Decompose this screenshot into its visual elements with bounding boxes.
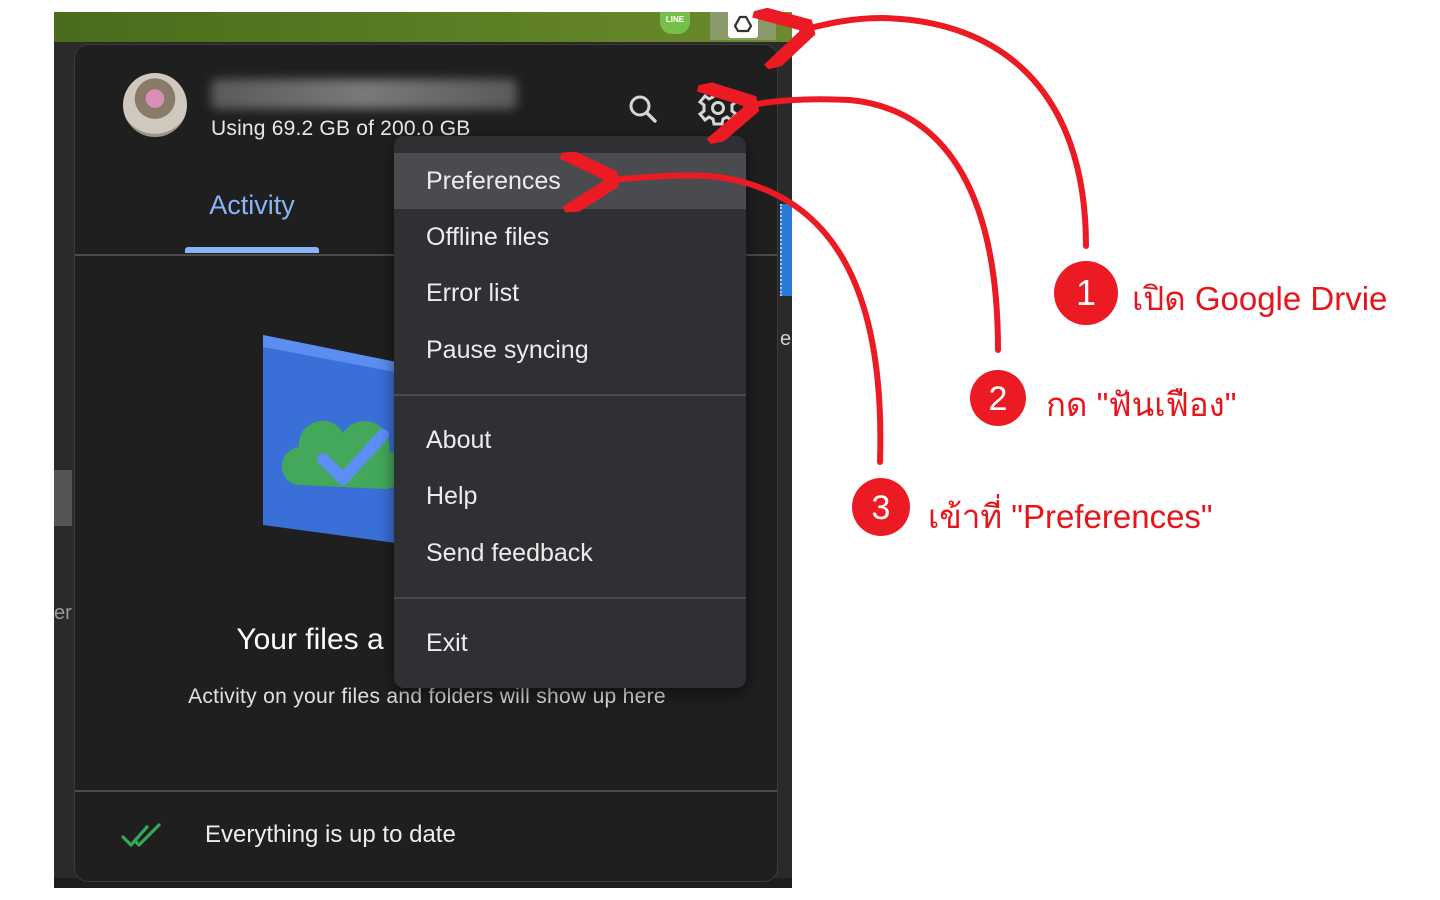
annotation-number-3: 3 (872, 489, 891, 527)
annotation-arrow-3 (606, 175, 884, 465)
annotation-text-2: กด "ฟันเฟือง" (1046, 386, 1237, 423)
screenshot-stage: LINE e er Using 69.2 GB of 200.0 GB Acti… (0, 0, 1440, 900)
annotation-arrow-2 (746, 99, 1001, 353)
annotation-text-1: เปิด Google Drvie (1132, 280, 1388, 317)
annotation-overlay: 1 2 3 (0, 0, 1118, 536)
annotation-arrow-1 (802, 18, 1089, 249)
annotation-text-3: เข้าที่ "Preferences" (928, 498, 1213, 535)
annotation-number-1: 1 (1076, 272, 1096, 313)
annotation-number-2: 2 (989, 380, 1008, 418)
